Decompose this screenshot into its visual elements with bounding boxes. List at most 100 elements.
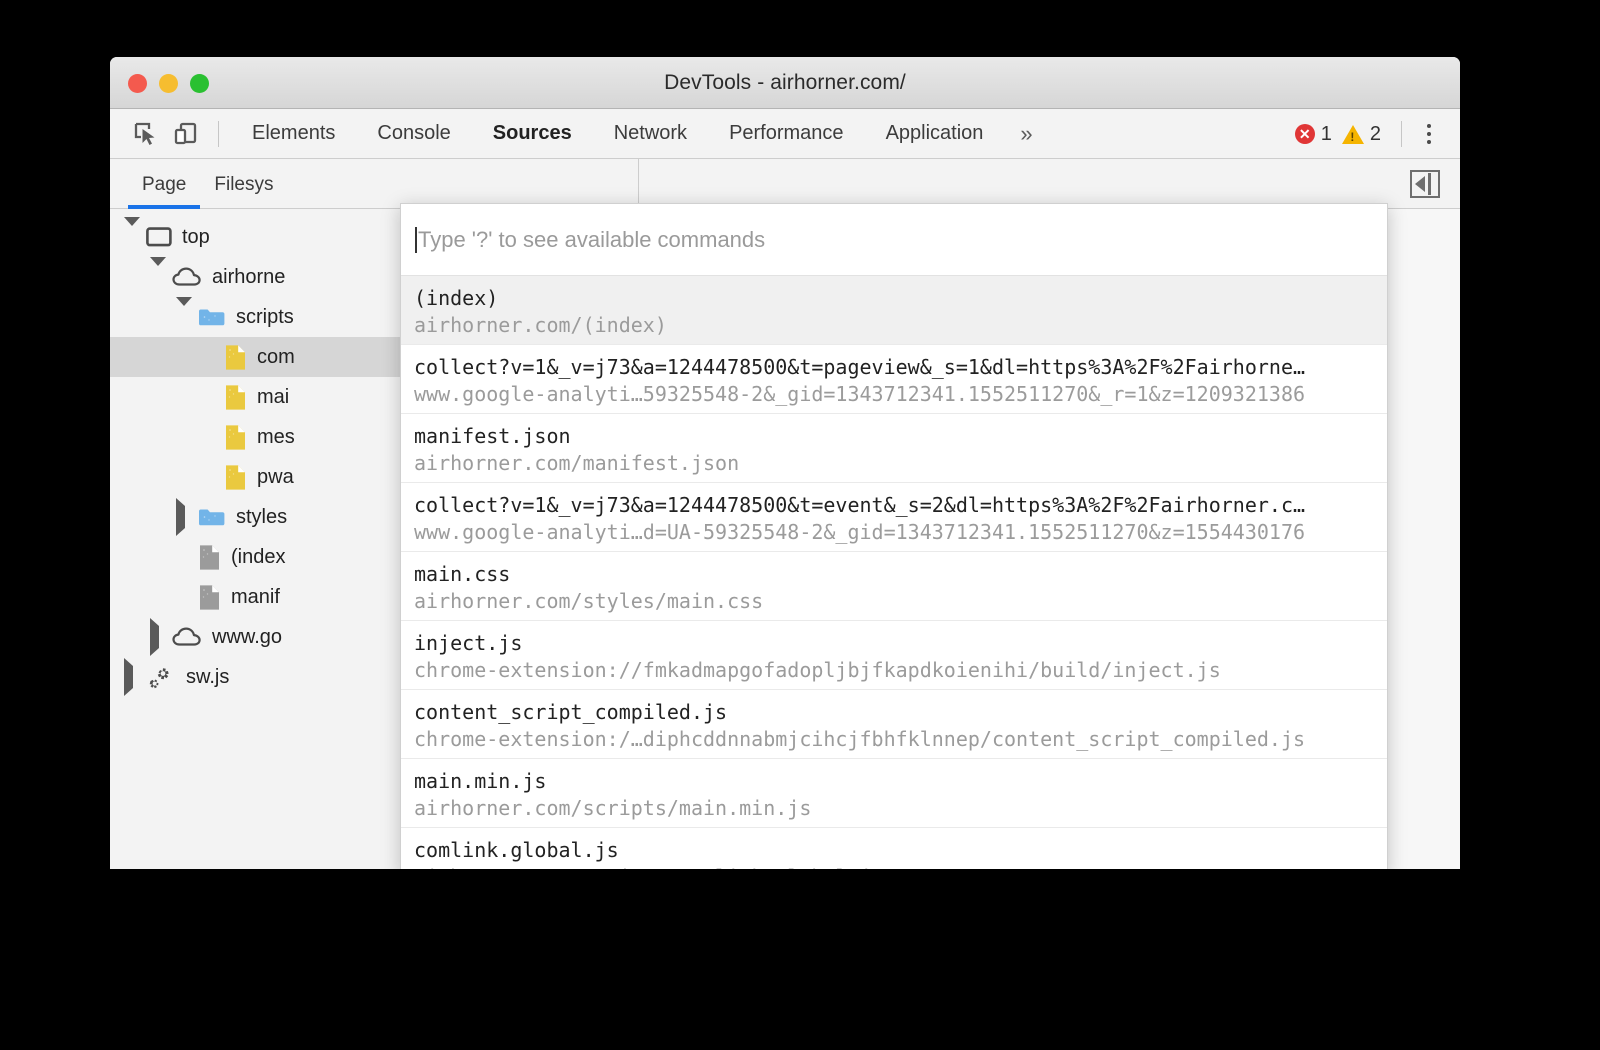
cloud-icon — [172, 626, 202, 648]
window-titlebar: DevTools - airhorner.com/ — [110, 57, 1460, 109]
error-count-label: 1 — [1321, 123, 1332, 146]
file-js-icon — [224, 384, 247, 411]
command-palette-item-title: inject.js — [414, 630, 1375, 657]
minimize-window-button[interactable] — [159, 74, 178, 93]
error-count-badge[interactable]: ✕ 1 — [1295, 123, 1332, 146]
command-palette-input[interactable]: Type '?' to see available commands — [418, 227, 765, 253]
warning-count-badge[interactable]: 2 — [1342, 123, 1381, 146]
error-icon: ✕ — [1295, 124, 1315, 144]
toolbar-right-divider — [1401, 121, 1402, 147]
command-palette-item[interactable]: (index)airhorner.com/(index) — [401, 276, 1387, 345]
command-palette-input-row[interactable]: Type '?' to see available commands — [401, 204, 1387, 276]
chevron-down-icon[interactable] — [176, 306, 194, 329]
devtools-panel-tabs: Elements Console Sources Network Perform… — [231, 122, 1049, 145]
traffic-light-buttons — [128, 74, 209, 93]
command-palette-item[interactable]: content_script_compiled.jschrome-extensi… — [401, 690, 1387, 759]
chevron-right-icon[interactable] — [124, 666, 142, 689]
file-doc-icon — [198, 584, 221, 611]
tab-application[interactable]: Application — [865, 122, 1005, 145]
command-palette-item-subtitle: www.google-analyti…59325548-2&_gid=13437… — [414, 381, 1375, 408]
chevron-down-icon[interactable] — [124, 226, 142, 249]
file-doc-icon — [198, 544, 221, 571]
command-palette-item[interactable]: manifest.jsonairhorner.com/manifest.json — [401, 414, 1387, 483]
devtools-window: DevTools - airhorner.com/ Elements Conso… — [110, 57, 1460, 869]
collapse-sidebar-icon[interactable] — [1410, 170, 1440, 198]
command-palette-item[interactable]: main.cssairhorner.com/styles/main.css — [401, 552, 1387, 621]
command-palette-item-title: content_script_compiled.js — [414, 699, 1375, 726]
tree-item-label: com — [257, 347, 295, 367]
collapse-bar — [1428, 173, 1431, 195]
tab-performance[interactable]: Performance — [708, 122, 865, 145]
tree-item-label: manif — [231, 587, 280, 607]
command-palette-item-subtitle: chrome-extension:/…diphcddnnabmjcihcjfbh… — [414, 726, 1375, 753]
tree-item-label: (index — [231, 547, 285, 567]
tab-network[interactable]: Network — [593, 122, 708, 145]
tab-elements[interactable]: Elements — [231, 122, 356, 145]
command-palette-item-title: comlink.global.js — [414, 837, 1375, 864]
command-palette-item-title: (index) — [414, 285, 1375, 312]
inspect-element-icon[interactable] — [126, 114, 166, 154]
warning-count-label: 2 — [1370, 123, 1381, 146]
kebab-dot — [1427, 132, 1431, 136]
tree-item-label: styles — [236, 507, 287, 527]
sidebar-item-page[interactable]: Page — [128, 174, 200, 209]
command-palette-item-title: collect?v=1&_v=j73&a=1244478500&t=pagevi… — [414, 354, 1375, 381]
command-palette-item[interactable]: inject.jschrome-extension://fmkadmapgofa… — [401, 621, 1387, 690]
command-palette-item[interactable]: collect?v=1&_v=j73&a=1244478500&t=event&… — [401, 483, 1387, 552]
sidebar-item-filesystem[interactable]: Filesys — [200, 174, 287, 209]
chevron-right-icon[interactable] — [150, 626, 168, 649]
command-palette-item-subtitle: airhorner.com/manifest.json — [414, 450, 1375, 477]
tree-item-label: mes — [257, 427, 295, 447]
file-js-icon — [224, 424, 247, 451]
command-palette-item-title: main.min.js — [414, 768, 1375, 795]
command-palette-results[interactable]: (index)airhorner.com/(index) collect?v=1&… — [401, 276, 1387, 869]
tree-item-label: airhorne — [212, 267, 285, 287]
sources-navigator-toolbar: Page Filesys — [110, 159, 1460, 209]
file-js-icon — [224, 464, 247, 491]
kebab-dot — [1427, 140, 1431, 144]
warning-icon — [1342, 125, 1364, 144]
command-palette-item[interactable]: comlink.global.jsairhorner.com/scripts/c… — [401, 828, 1387, 869]
command-palette-item-subtitle: airhorner.com/scripts/main.min.js — [414, 795, 1375, 822]
more-options-icon[interactable] — [1412, 114, 1446, 154]
command-palette-item-title: main.css — [414, 561, 1375, 588]
tree-item-label: pwa — [257, 467, 294, 487]
command-palette-item[interactable]: main.min.jsairhorner.com/scripts/main.mi… — [401, 759, 1387, 828]
command-palette-item-subtitle: airhorner.com/scripts/comlink.global.js — [414, 864, 1375, 869]
folder-icon — [198, 306, 226, 328]
toolbar-divider — [218, 121, 219, 147]
close-window-button[interactable] — [128, 74, 147, 93]
command-palette-item-subtitle: chrome-extension://fmkadmapgofadopljbjfk… — [414, 657, 1375, 684]
command-palette-item-subtitle: www.google-analyti…d=UA-59325548-2&_gid=… — [414, 519, 1375, 546]
folder-icon — [198, 506, 226, 528]
device-toolbar-icon[interactable] — [166, 114, 206, 154]
command-palette-item-title: manifest.json — [414, 423, 1375, 450]
toolbar-right-group: ✕ 1 2 — [1295, 109, 1446, 159]
more-tabs-chevron-icon[interactable]: » — [1004, 123, 1048, 145]
tree-item-label: sw.js — [186, 667, 229, 687]
tree-item-label: top — [182, 227, 210, 247]
command-palette-item-title: collect?v=1&_v=j73&a=1244478500&t=event&… — [414, 492, 1375, 519]
kebab-dot — [1427, 124, 1431, 128]
chevron-right-icon[interactable] — [176, 506, 194, 529]
tab-sources[interactable]: Sources — [472, 122, 593, 145]
maximize-window-button[interactable] — [190, 74, 209, 93]
sources-navigator-tabs: Page Filesys — [110, 159, 288, 209]
devtools-main-toolbar: Elements Console Sources Network Perform… — [110, 109, 1460, 159]
window-title: DevTools - airhorner.com/ — [110, 71, 1460, 95]
text-caret — [415, 227, 417, 253]
tree-item-label: mai — [257, 387, 289, 407]
chevron-down-icon[interactable] — [150, 266, 168, 289]
command-palette-item-subtitle: airhorner.com/styles/main.css — [414, 588, 1375, 615]
tree-item-label: scripts — [236, 307, 294, 327]
tab-console[interactable]: Console — [356, 122, 471, 145]
tree-item-label: www.go — [212, 627, 282, 647]
frame-icon — [146, 226, 172, 248]
collapse-arrow — [1415, 176, 1425, 192]
cloud-icon — [172, 266, 202, 288]
file-js-icon — [224, 344, 247, 371]
command-palette: Type '?' to see available commands (inde… — [400, 203, 1388, 869]
command-palette-item[interactable]: collect?v=1&_v=j73&a=1244478500&t=pagevi… — [401, 345, 1387, 414]
gear-icon — [146, 664, 176, 690]
command-palette-item-subtitle: airhorner.com/(index) — [414, 312, 1375, 339]
